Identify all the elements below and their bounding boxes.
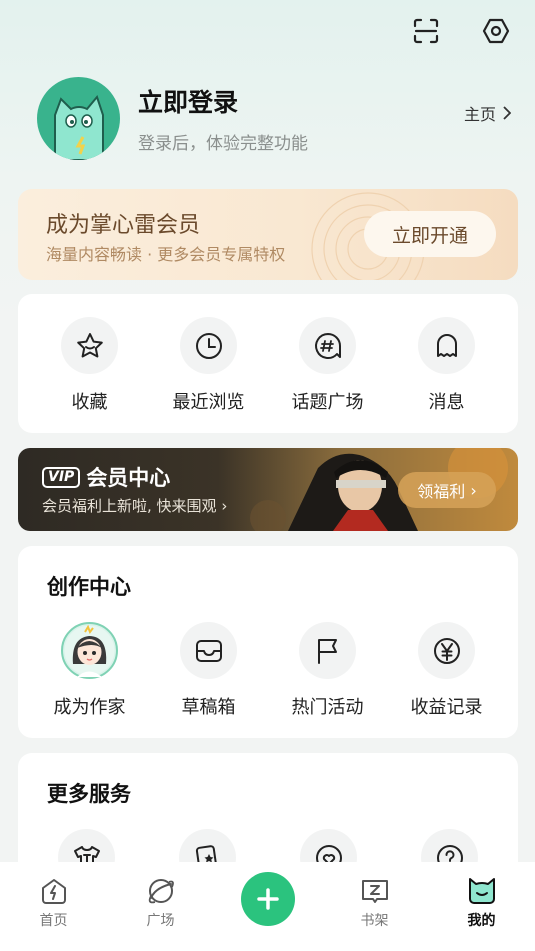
quick-actions-card: 收藏 最近浏览 话题广场 消息	[18, 294, 518, 433]
settings-icon[interactable]	[479, 14, 513, 48]
clock-icon	[195, 332, 222, 359]
home-bolt-icon	[41, 879, 66, 904]
scan-icon[interactable]	[409, 14, 443, 48]
create-button[interactable]	[240, 872, 295, 926]
earnings-record-label: 收益记录	[410, 697, 483, 718]
tab-mine-label: 我的	[467, 913, 496, 929]
login-title[interactable]: 立即登录	[138, 83, 308, 119]
tab-square[interactable]: 广场	[116, 876, 206, 930]
favorites-button[interactable]: 收藏	[30, 317, 149, 414]
bottom-tab-bar: 首页 广场 书架 我的	[0, 862, 535, 951]
vip-subtitle: 海量内容畅读 · 更多会员专属特权	[46, 245, 286, 264]
chevron-right-icon: ›	[465, 480, 477, 500]
vip-promo-banner[interactable]: 成为掌心雷会员 海量内容畅读 · 更多会员专属特权 立即开通	[18, 189, 518, 280]
creation-center-title: 创作中心	[47, 575, 131, 599]
yen-icon	[433, 637, 460, 664]
mine-icon	[468, 878, 495, 904]
tab-mine[interactable]: 我的	[437, 876, 527, 930]
recent-browse-button[interactable]: 最近浏览	[149, 317, 268, 414]
earnings-record-button[interactable]: 收益记录	[387, 622, 506, 719]
chevron-right-icon	[503, 106, 511, 120]
recent-browse-label: 最近浏览	[172, 392, 245, 413]
topic-square-label: 话题广场	[291, 392, 364, 413]
member-center-subtitle: 会员福利上新啦, 快来围观 ›	[42, 495, 227, 516]
more-services-title: 更多服务	[47, 782, 131, 806]
topic-square-button[interactable]: 话题广场	[268, 317, 387, 414]
become-writer-button[interactable]: 成为作家	[30, 622, 149, 719]
inbox-icon	[195, 639, 222, 662]
bell-icon	[436, 333, 457, 357]
home-link-label: 主页	[463, 105, 496, 124]
member-center-banner[interactable]: VIP 会员中心 会员福利上新啦, 快来围观 › 领福利 ›	[18, 448, 518, 531]
hot-events-label: 热门活动	[291, 697, 364, 718]
header-background	[0, 0, 535, 330]
messages-button[interactable]: 消息	[387, 317, 506, 414]
topic-icon	[314, 332, 341, 359]
writer-avatar-icon	[64, 624, 115, 677]
plus-icon	[256, 888, 279, 910]
vip-tag: VIP	[42, 466, 81, 488]
member-center-title-row: VIP 会员中心	[42, 462, 170, 492]
member-center-title: 会员中心	[86, 466, 171, 490]
header-actions	[409, 14, 513, 48]
favorites-label: 收藏	[71, 392, 108, 413]
avatar[interactable]	[37, 77, 120, 160]
bookshelf-icon	[361, 880, 388, 903]
star-icon	[76, 332, 103, 357]
drafts-label: 草稿箱	[181, 697, 236, 718]
flag-icon	[317, 638, 337, 664]
claim-benefits-label: 领福利	[417, 482, 466, 501]
vip-title: 成为掌心雷会员	[46, 213, 201, 238]
tab-square-label: 广场	[146, 913, 175, 929]
vip-open-button[interactable]: 立即开通	[364, 211, 496, 257]
become-writer-label: 成为作家	[53, 697, 126, 718]
tab-home[interactable]: 首页	[9, 876, 99, 930]
profile-header[interactable]: 立即登录 登录后，体验完整功能	[37, 77, 308, 160]
tab-home-label: 首页	[39, 913, 68, 929]
chevron-right-icon: ›	[221, 497, 228, 515]
tab-bookshelf[interactable]: 书架	[330, 876, 420, 930]
claim-benefits-button[interactable]: 领福利 ›	[398, 472, 496, 508]
hot-events-button[interactable]: 热门活动	[268, 622, 387, 719]
home-link[interactable]: 主页	[464, 101, 511, 125]
drafts-button[interactable]: 草稿箱	[149, 622, 268, 719]
login-subtitle: 登录后，体验完整功能	[138, 134, 308, 154]
member-center-subtitle-text: 会员福利上新啦, 快来围观	[42, 497, 217, 515]
creation-center-card: 创作中心 成为作家 草稿箱 热门活动 收益记录	[18, 546, 518, 738]
tab-bookshelf-label: 书架	[360, 913, 389, 929]
planet-icon	[148, 879, 174, 904]
messages-label: 消息	[428, 392, 465, 413]
tab-create[interactable]	[223, 872, 313, 926]
